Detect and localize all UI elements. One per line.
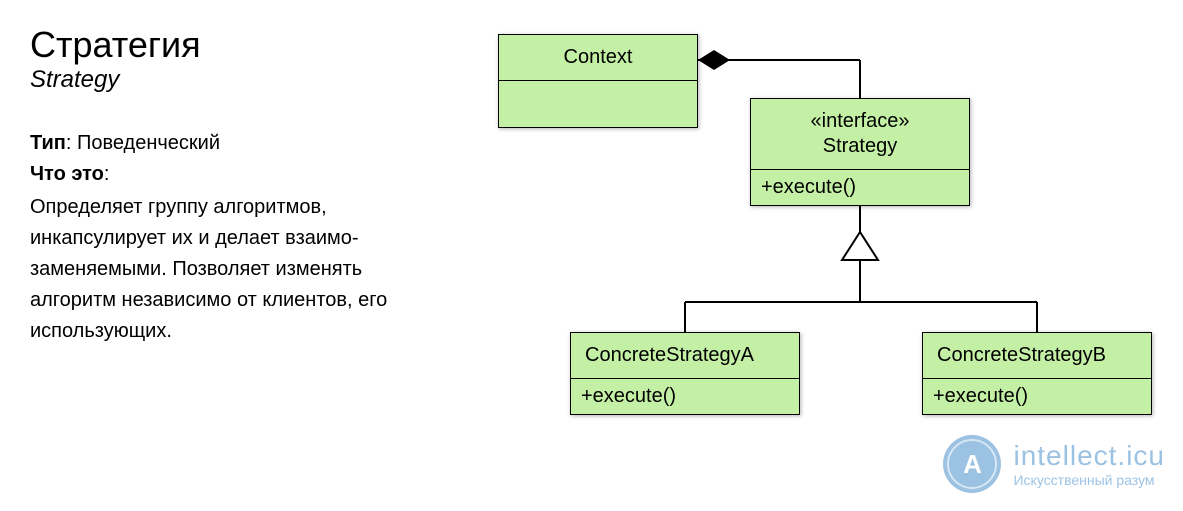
- type-line: Тип: Поведенческий: [30, 128, 420, 159]
- what-line: Что это:: [30, 159, 420, 190]
- description: Определяет группу алгоритмов, инкапсулир…: [30, 192, 420, 347]
- pattern-title: Стратегия: [30, 26, 420, 64]
- text-column: Стратегия Strategy Тип: Поведенческий Чт…: [30, 26, 420, 347]
- type-value: : Поведенческий: [66, 132, 220, 154]
- triangle-icon: [842, 232, 878, 260]
- composition-context-strategy: [698, 50, 860, 98]
- generalization-strategy: [685, 206, 1037, 332]
- type-label: Тип: [30, 132, 66, 154]
- connectors: [470, 20, 1170, 500]
- diamond-icon: [698, 50, 730, 70]
- uml-diagram: Context «interface» Strategy +execute() …: [470, 20, 1170, 500]
- pattern-subtitle: Strategy: [30, 66, 420, 94]
- what-label: Что это: [30, 163, 104, 185]
- page: Стратегия Strategy Тип: Поведенческий Чт…: [0, 0, 1183, 511]
- what-colon: :: [104, 163, 110, 185]
